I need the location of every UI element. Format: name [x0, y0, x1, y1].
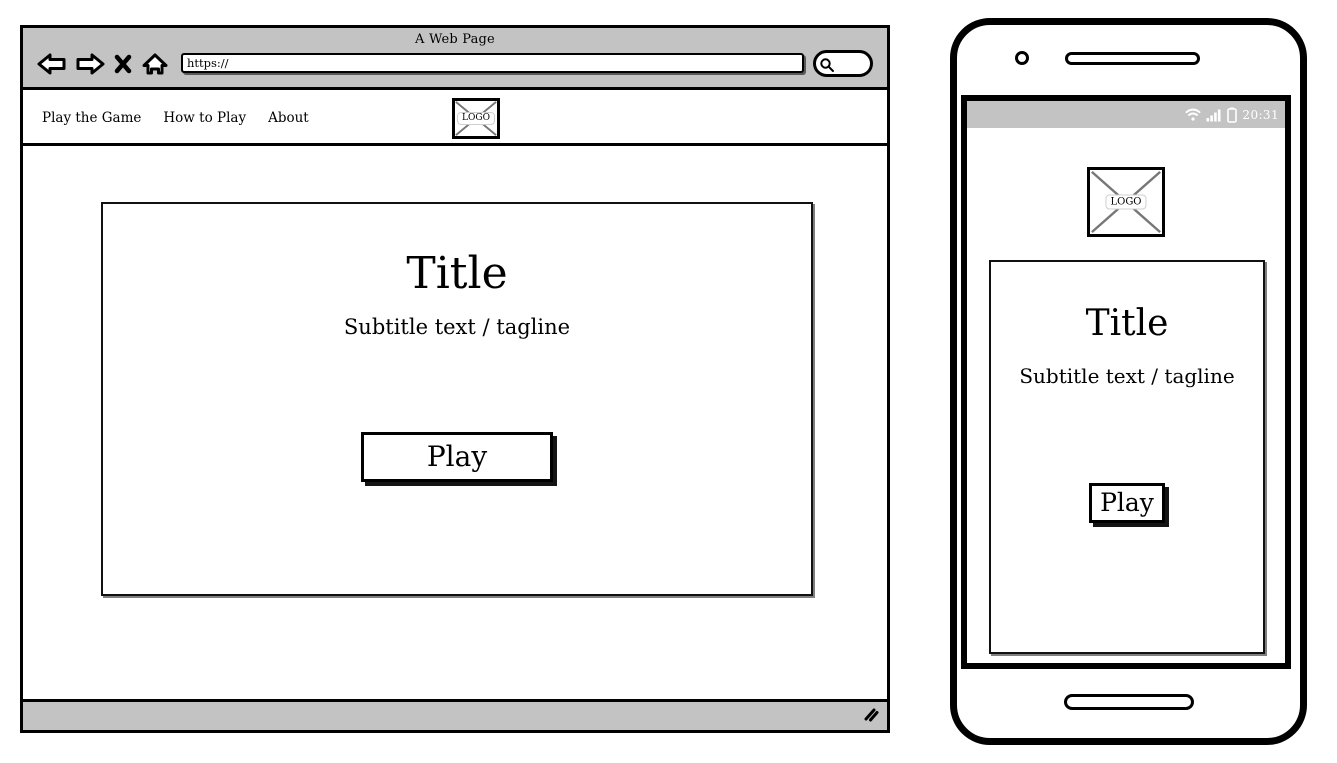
search-button[interactable] [813, 50, 873, 77]
nav-link-play-the-game[interactable]: Play the Game [42, 110, 141, 126]
resize-grip-icon[interactable] [862, 706, 880, 728]
page-subtitle: Subtitle text / tagline [343, 315, 571, 339]
nav-link-how-to-play[interactable]: How to Play [163, 110, 246, 126]
stop-x-icon[interactable] [113, 51, 133, 77]
browser-status-bar [23, 699, 887, 730]
signal-bars-icon [1206, 108, 1222, 122]
phone-play-button[interactable]: Play [1089, 483, 1165, 523]
front-camera-icon [1015, 51, 1029, 65]
logo-label: LOGO [457, 111, 495, 126]
phone-logo-placeholder[interactable]: LOGO [1087, 167, 1165, 237]
play-button[interactable]: Play [361, 432, 553, 482]
browser-toolbar: https:// [23, 49, 887, 89]
nav-link-about[interactable]: About [268, 110, 309, 126]
phone-clock: 20:31 [1242, 107, 1279, 122]
phone-device: 20:31 LOGO Title Subtitle text / tagline… [950, 18, 1307, 745]
phone-page-subtitle: Subtitle text / tagline [1019, 364, 1235, 388]
url-input[interactable]: https:// [181, 53, 804, 73]
forward-arrow-icon[interactable] [75, 51, 105, 77]
browser-window-title: A Web Page [415, 32, 495, 47]
phone-page-title: Title [1085, 303, 1169, 344]
browser-chrome: A Web Page https:// [23, 28, 887, 90]
logo-label: LOGO [1105, 194, 1147, 210]
home-icon[interactable] [141, 51, 169, 77]
phone-screen: 20:31 LOGO Title Subtitle text / tagline… [961, 95, 1291, 669]
site-nav-links: Play the Game How to Play About [42, 110, 309, 126]
browser-window: A Web Page https:// Play the Game How to… [20, 25, 890, 733]
page-title: Title [406, 248, 508, 299]
home-button-icon[interactable] [1063, 694, 1194, 710]
wifi-icon [1185, 108, 1201, 122]
browser-nav-icons [37, 51, 169, 77]
earpiece-speaker-icon [1065, 52, 1200, 65]
back-arrow-icon[interactable] [37, 51, 67, 77]
page-content-area: Title Subtitle text / tagline Play [23, 146, 887, 699]
site-logo-placeholder[interactable]: LOGO [452, 98, 500, 139]
hero-section: Title Subtitle text / tagline Play [101, 202, 813, 596]
site-nav-bar: Play the Game How to Play About LOGO [23, 90, 887, 146]
phone-status-bar: 20:31 [967, 101, 1285, 128]
phone-hero-section: Title Subtitle text / tagline Play [989, 260, 1265, 654]
battery-icon [1227, 107, 1238, 123]
